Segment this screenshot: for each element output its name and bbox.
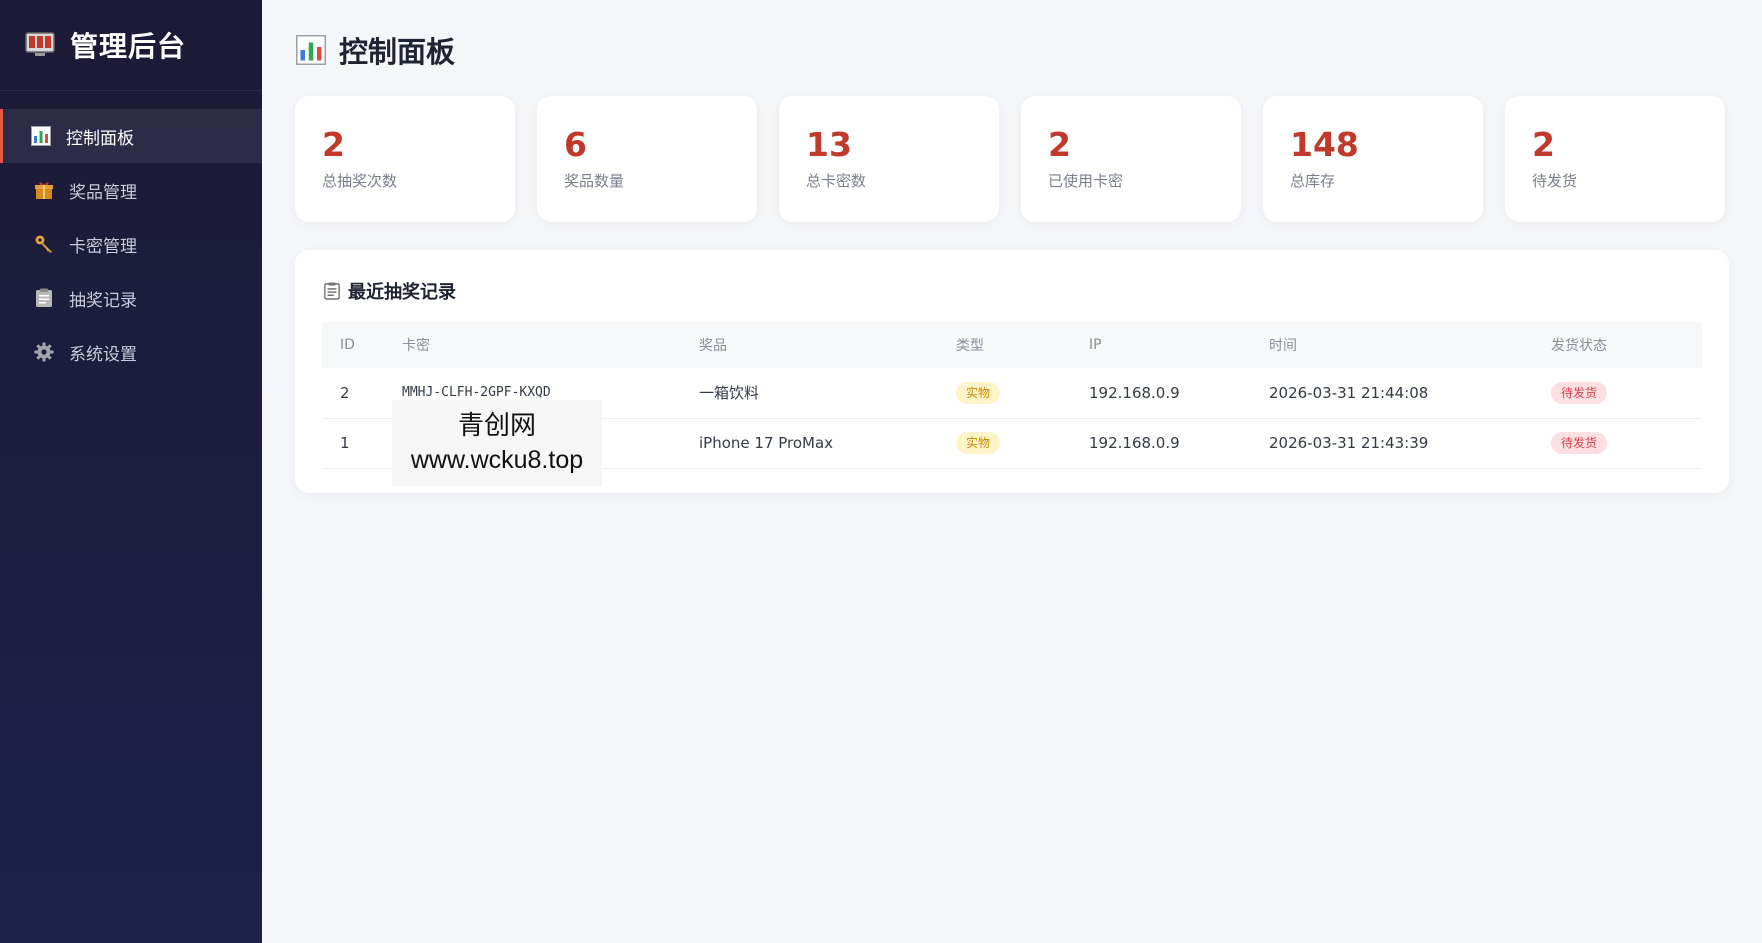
stat-label: 待发货 <box>1532 172 1578 190</box>
cell-ip: 192.168.0.9 <box>1089 434 1180 452</box>
stat-card-total-cards: 13 总卡密数 <box>779 96 999 222</box>
status-badge: 待发货 <box>1551 432 1608 454</box>
cell-time: 2026-03-31 21:44:08 <box>1269 383 1429 402</box>
page-title: 控制面板 <box>339 35 456 69</box>
stat-card-used-cards: 2 已使用卡密 <box>1021 96 1241 222</box>
sidebar-item-records[interactable]: 抽奖记录 <box>0 271 262 325</box>
watermark-line2: www.wcku8.top <box>410 446 584 474</box>
bar-chart-icon <box>295 34 327 66</box>
stat-card-total-draws: 2 总抽奖次数 <box>295 96 515 222</box>
sidebar-item-dashboard[interactable]: 控制面板 <box>0 109 262 163</box>
cell-id: 1 <box>340 434 350 452</box>
status-badge: 待发货 <box>1551 381 1608 404</box>
column-header-time[interactable]: 时间 <box>1269 322 1551 368</box>
stat-value: 13 <box>806 125 852 164</box>
stat-card-prize-count: 6 奖品数量 <box>537 96 757 222</box>
cell-type: 实物 <box>956 368 1089 418</box>
brand-title: 管理后台 <box>70 30 187 63</box>
column-header-type[interactable]: 类型 <box>956 322 1089 368</box>
stat-label: 总抽奖次数 <box>322 172 398 190</box>
page-header: 控制面板 <box>295 0 1729 100</box>
sidebar-nav: 控制面板 奖品管理 卡密管理 抽奖记录 系统设置 <box>0 109 262 379</box>
cell-prize: 一箱饮料 <box>699 384 760 403</box>
key-icon <box>33 233 55 255</box>
column-header-id[interactable]: ID <box>322 322 402 368</box>
bar-chart-icon <box>30 125 52 147</box>
gift-icon <box>33 179 55 201</box>
stat-card-pending-shipment: 2 待发货 <box>1505 96 1725 222</box>
table-header-row: ID 卡密 奖品 类型 IP 时间 发货状态 <box>322 322 1702 368</box>
cell-ip: 192.168.0.9 <box>1089 383 1180 402</box>
stat-value: 148 <box>1290 125 1359 164</box>
sidebar-item-label: 系统设置 <box>69 344 137 365</box>
cell-id: 2 <box>340 383 350 402</box>
stat-value: 2 <box>1048 125 1071 164</box>
column-header-prize[interactable]: 奖品 <box>699 322 956 368</box>
gear-icon <box>33 341 55 363</box>
stat-label: 已使用卡密 <box>1048 172 1124 190</box>
cell-prize: iPhone 17 ProMax <box>699 434 834 452</box>
sidebar-item-label: 抽奖记录 <box>69 290 137 311</box>
cell-status: 待发货 <box>1551 418 1702 468</box>
brand: 管理后台 <box>0 0 262 91</box>
stat-label: 奖品数量 <box>564 172 625 190</box>
stat-card-total-stock: 148 总库存 <box>1263 96 1483 222</box>
stat-label: 总库存 <box>1290 172 1336 190</box>
sidebar-item-label: 奖品管理 <box>69 182 137 203</box>
type-badge: 实物 <box>956 432 1001 454</box>
stat-value: 2 <box>322 125 345 164</box>
sidebar-item-settings[interactable]: 系统设置 <box>0 325 262 379</box>
stats-row: 2 总抽奖次数 6 奖品数量 13 总卡密数 2 已使用卡密 148 总库存 2… <box>295 96 1729 222</box>
sidebar-item-label: 卡密管理 <box>69 236 137 257</box>
sidebar-item-cards[interactable]: 卡密管理 <box>0 217 262 271</box>
records-title-text: 最近抽奖记录 <box>348 282 456 303</box>
watermark-line1: 青创网 <box>457 411 536 441</box>
column-header-status[interactable]: 发货状态 <box>1551 322 1702 368</box>
cell-status: 待发货 <box>1551 368 1702 418</box>
stat-label: 总卡密数 <box>806 172 867 190</box>
stat-value: 2 <box>1532 125 1555 164</box>
column-header-card-key[interactable]: 卡密 <box>402 322 699 368</box>
cell-time: 2026-03-31 21:43:39 <box>1269 434 1429 452</box>
column-header-ip[interactable]: IP <box>1089 322 1269 368</box>
records-title: 最近抽奖记录 <box>322 276 1702 306</box>
clipboard-icon <box>33 287 55 309</box>
monitor-icon <box>24 31 56 59</box>
stat-value: 6 <box>564 125 587 164</box>
sidebar-item-label: 控制面板 <box>66 128 134 149</box>
sidebar: 管理后台 控制面板 奖品管理 卡密管理 抽奖记录 系统设置 <box>0 0 262 943</box>
watermark: 青创网 www.wcku8.top <box>392 400 602 486</box>
sidebar-item-prizes[interactable]: 奖品管理 <box>0 163 262 217</box>
clipboard-icon <box>322 280 342 302</box>
cell-type: 实物 <box>956 418 1089 468</box>
type-badge: 实物 <box>956 381 1001 404</box>
